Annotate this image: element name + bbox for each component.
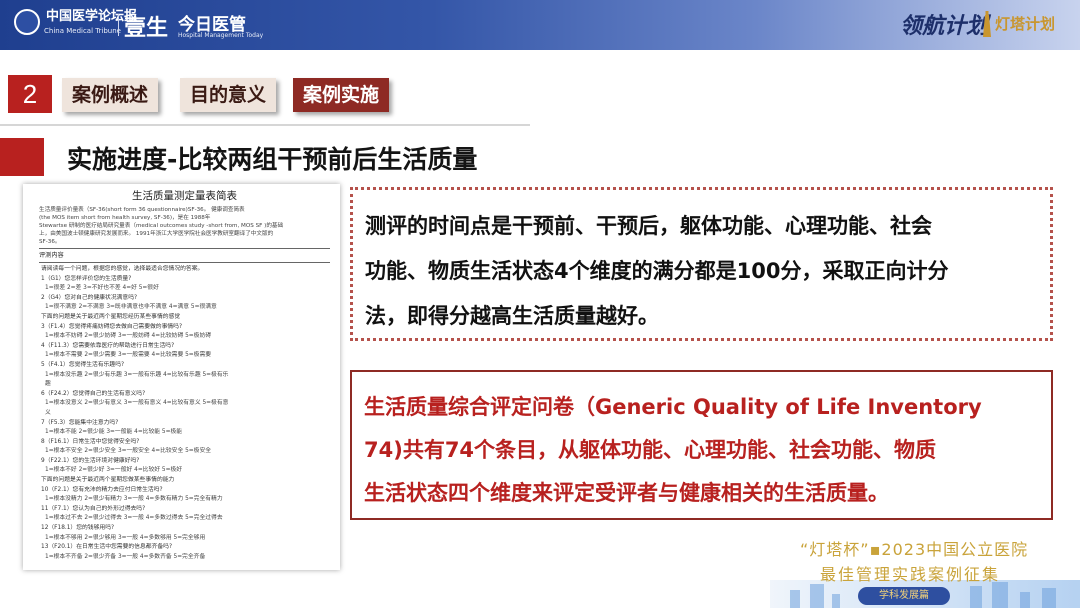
- questionnaire-options: 1=根本不妨碍 2=很少妨碍 3=一般妨碍 4=比较妨碍 5=极妨碍: [45, 333, 212, 340]
- questionnaire-options: 义: [45, 409, 51, 416]
- inventory-info-box: 生活质量综合评定问卷（Generic Quality of Life Inven…: [350, 370, 1053, 520]
- skyline-building: [832, 594, 840, 608]
- lighthouse-cup-subtitle: 最佳管理实践案例征集: [820, 565, 1001, 584]
- questionnaire-question: 10（F2.1）您有充沛的精力去应付日常生活吗?: [41, 486, 163, 493]
- skyline-building: [1042, 588, 1056, 608]
- skyline-building: [970, 586, 982, 608]
- questionnaire-question: 12（F18.1）您的钱够用吗?: [41, 525, 115, 532]
- questionnaire-items: 请阅读每一个问题，根据您的感觉，选择最适合您情况的答案。 1（G1）您怎样评价您的…: [39, 265, 330, 562]
- lighthouse-plan-logo: 灯塔计划: [995, 15, 1056, 33]
- inventory-info-line: 生活质量综合评定问卷（Generic Quality of Life Inven…: [364, 395, 982, 419]
- page-title: 实施进度-比较两组干预前后生活质量: [67, 145, 478, 174]
- questionnaire-document: 生活质量测定量表简表 生活质量评价量表（SF-36(short form 36 …: [23, 184, 340, 570]
- skyline-building: [992, 582, 1008, 608]
- questionnaire-options: 1=很不满意 2=不满意 3=既非满意也非不满意 4=满意 5=很满意: [45, 304, 217, 311]
- questionnaire-intro-line: 生活质量评价量表（SF-36(short form 36 questionnai…: [39, 207, 245, 213]
- discipline-development-badge: 学科发展篇: [858, 587, 950, 605]
- assessment-info-text: 测评的时间点是干预前、干预后，躯体功能、心理功能、社会 功能、物质生活状态4个维度…: [365, 204, 1036, 339]
- questionnaire-options: 1=很差 2=差 3=不好也不差 4=好 5=很好: [45, 285, 159, 292]
- pilot-plan-logo: 领航计划: [900, 13, 989, 39]
- assessment-info-box: 测评的时间点是干预前、干预后，躯体功能、心理功能、社会 功能、物质生活状态4个维度…: [350, 187, 1053, 341]
- questionnaire-question: 下面的问题是关于最近两个星期您做某些事情的能力: [41, 477, 175, 484]
- inventory-info-line: 74)共有74个条目，从躯体功能、心理功能、社会功能、物质: [364, 438, 937, 462]
- lighthouse-cup-label: “灯塔杯”▪2023中国公立医院: [800, 540, 1029, 559]
- inventory-info-line: 生活状态四个维度来评定受评者与健康相关的生活质量。: [364, 481, 889, 505]
- china-medical-tribune-logo-icon: [14, 9, 40, 35]
- questionnaire-intro: 生活质量评价量表（SF-36(short form 36 questionnai…: [39, 206, 330, 246]
- questionnaire-question: 6（F24.2）您觉得自己的生活有意义吗?: [41, 390, 146, 397]
- brand-hospital-management-en: Hospital Management Today: [178, 32, 264, 39]
- questionnaire-intro-line: (the MOS item short from health survey, …: [39, 215, 211, 221]
- questionnaire-options: 1=根本没意义 2=很少有意义 3=一般有意义 4=比较有意义 5=极有意: [45, 400, 229, 407]
- assessment-info-line: 法，即得分越高生活质量越好。: [365, 304, 659, 328]
- questionnaire-question: 4（F11.3）您需要依靠医疗的帮助进行日常生活吗?: [41, 342, 175, 349]
- questionnaire-question: 11（F7.1）您认为自己的外形过得去吗?: [41, 505, 146, 512]
- questionnaire-options: 1=根本过不去 2=很少过得去 3=一般 4=多数过得去 5=完全过得去: [45, 515, 223, 522]
- questionnaire-options: 1=根本不齐备 2=很少齐备 3=一般 4=多数齐备 5=完全齐备: [45, 553, 206, 560]
- skyline-building: [1020, 592, 1030, 608]
- lighthouse-icon: [983, 11, 991, 37]
- questionnaire-intro-line: SF-36。: [39, 239, 61, 245]
- brand-yisheng: 壹生: [124, 15, 169, 41]
- inventory-info-text: 生活质量综合评定问卷（Generic Quality of Life Inven…: [364, 386, 1037, 515]
- questionnaire-rule: [39, 262, 330, 263]
- section-title-marker: [0, 138, 44, 176]
- questionnaire-options: 趣: [45, 381, 51, 388]
- questionnaire-question: 13（F20.1）在日常生活中您需要的信息都齐备吗?: [41, 544, 173, 551]
- questionnaire-options: 1=根本没精力 2=很少有精力 3=一般 4=多数有精力 5=完全有精力: [45, 496, 223, 503]
- questionnaire-intro-line: Stewartse 研制的医疗结局研究量表（medical outcomes s…: [39, 223, 284, 229]
- questionnaire-options: 1=根本不能 2=很少能 3=一般能 4=比较能 5=极能: [45, 429, 183, 436]
- questionnaire-options: 1=根本不够用 2=很少够用 3=一般 4=多数够用 5=完全够用: [45, 534, 206, 541]
- nav-divider: [0, 124, 530, 126]
- questionnaire-question: 2（G4）您对自己的健康状况满意吗?: [41, 294, 138, 301]
- skyline-building: [810, 584, 824, 608]
- questionnaire-question: 5（F4.1）您觉得生活有乐趣吗?: [41, 361, 125, 368]
- questionnaire-question: 3（F1.4）您觉得疼痛妨碍您去做自己需要做的事情吗?: [41, 323, 183, 330]
- questionnaire-options: 1=根本没乐趣 2=很少有乐趣 3=一般有乐趣 4=比较有乐趣 5=极有乐: [45, 371, 229, 378]
- questionnaire-question: 7（F5.3）您能集中注意力吗?: [41, 419, 119, 426]
- questionnaire-options: 1=根本不需要 2=很少需要 3=一般需要 4=比较需要 5=极需要: [45, 352, 212, 359]
- questionnaire-question: 9（F22.1）您的生活环境对健康好吗?: [41, 457, 140, 464]
- tab-case-implementation[interactable]: 案例实施: [293, 78, 390, 112]
- tab-purpose-significance[interactable]: 目的意义: [180, 78, 277, 112]
- questionnaire-question: 8（F16.1）日常生活中您觉得安全吗?: [41, 438, 140, 445]
- questionnaire-options: 1=根本不好 2=很少好 3=一般好 4=比较好 5=极好: [45, 467, 183, 474]
- skyline-building: [790, 590, 800, 608]
- questionnaire-rule: [39, 248, 330, 249]
- questionnaire-question: 请阅读每一个问题，根据您的感觉，选择最适合您情况的答案。: [41, 266, 204, 272]
- questionnaire-section-label: 评测内容: [39, 252, 64, 259]
- assessment-info-line: 功能、物质生活状态4个维度的满分都是100分，采取正向计分: [365, 259, 949, 283]
- questionnaire-question: 1（G1）您怎样评价您的生活质量?: [41, 275, 132, 282]
- section-number: 2: [8, 75, 52, 113]
- brand-en-name: China Medical Tribune: [44, 27, 121, 35]
- header-divider: [118, 14, 119, 36]
- questionnaire-question: 下面的问题是关于最近两个星期您经历某些事情的感觉: [41, 313, 181, 320]
- questionnaire-options: 1=根本不安全 2=很少安全 3=一般安全 4=比较安全 5=极安全: [45, 448, 212, 455]
- questionnaire-intro-line: 上，由美国波士顿健康研究发展而来。 1991年浙江大学医学院社会医学教研室翻译了…: [39, 231, 274, 237]
- questionnaire-title: 生活质量测定量表简表: [132, 190, 237, 202]
- tab-case-overview[interactable]: 案例概述: [62, 78, 159, 112]
- header-bar: 中国医学论坛报 China Medical Tribune 壹生 今日医管 Ho…: [0, 0, 1080, 50]
- assessment-info-line: 测评的时间点是干预前、干预后，躯体功能、心理功能、社会: [365, 214, 932, 238]
